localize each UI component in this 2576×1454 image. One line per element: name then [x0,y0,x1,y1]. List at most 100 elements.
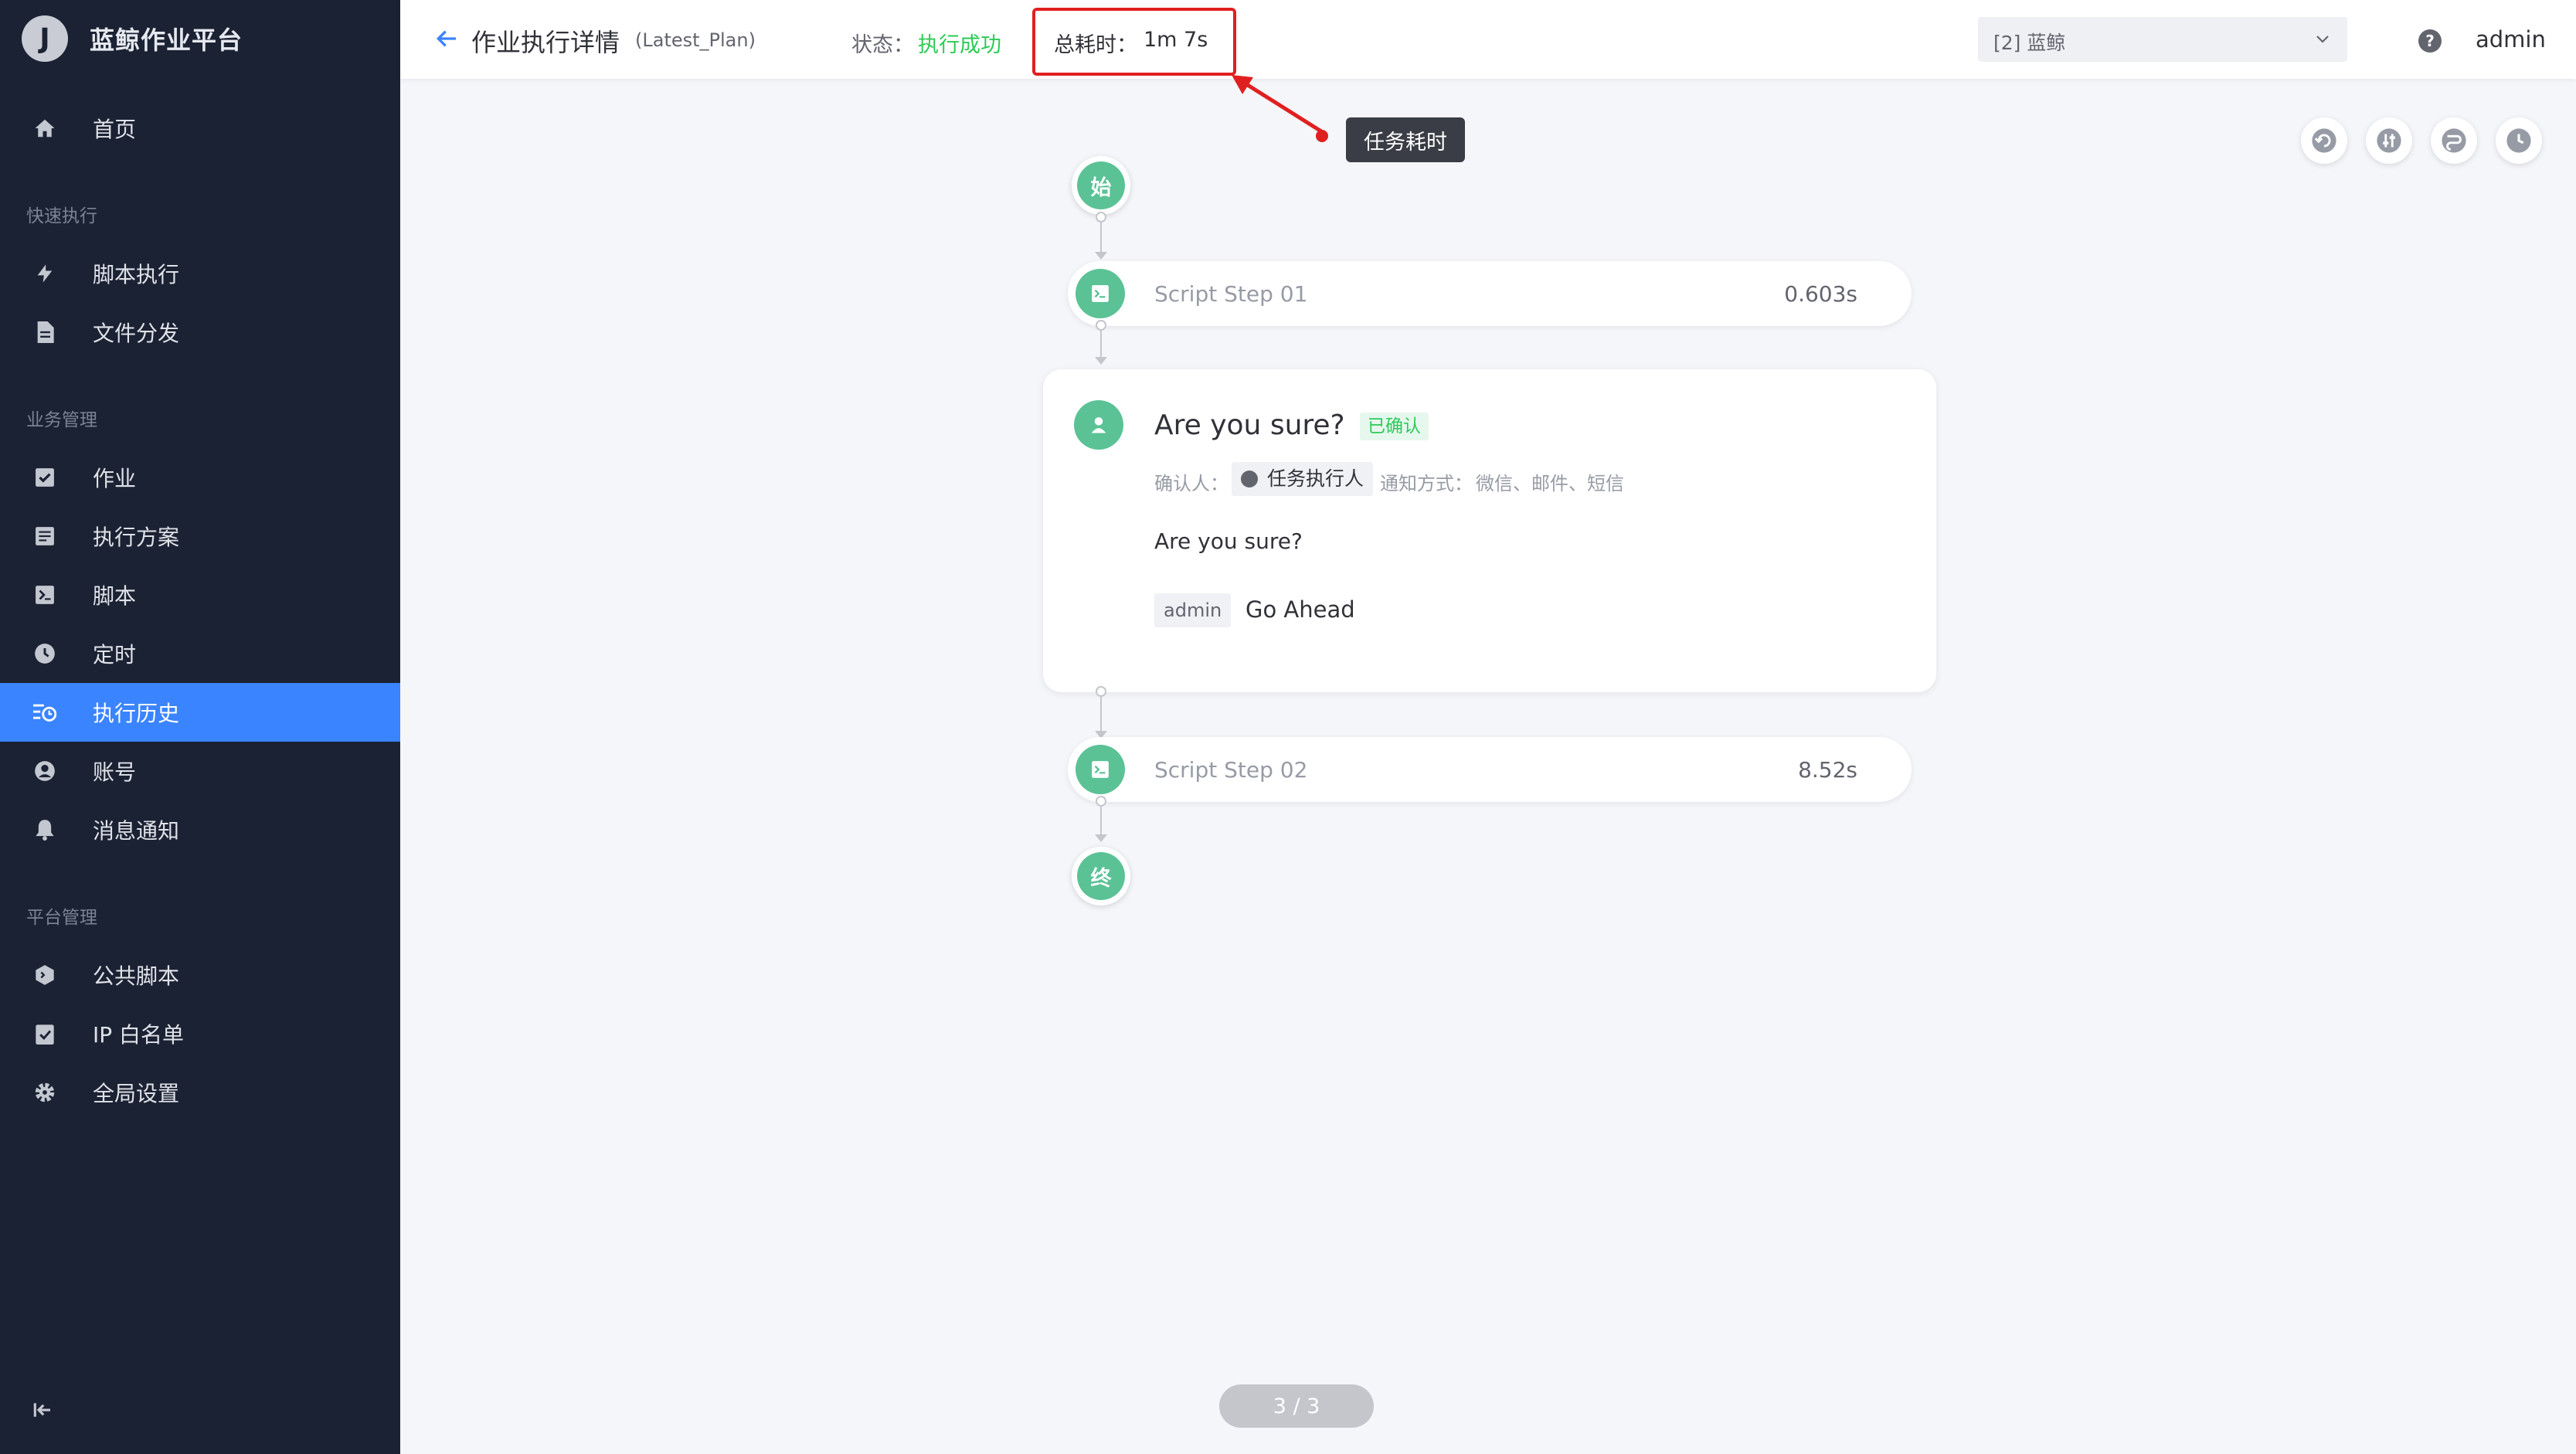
sidebar-item-account[interactable]: 账号 [0,742,400,800]
script-step-2[interactable]: Script Step 02 8.52s [1068,737,1912,802]
confirm-step-card: Are you sure? 已确认 确认人： 任务执行人 通知方式： 微信、邮件… [1043,369,1936,692]
sidebar-group-business: 业务管理 [26,410,97,430]
sidebar-group-platform: 平台管理 [26,908,97,928]
connector-arrow [1095,834,1107,842]
confirm-status-badge: 已确认 [1360,413,1429,440]
sidebar-item-label: IP 白名单 [93,1022,185,1048]
rollback-button[interactable] [2301,117,2347,164]
job-icon [31,464,59,491]
history-icon [31,698,59,726]
page-title: 作业执行详情 [471,28,620,57]
sidebar-item-file-dist[interactable]: 文件分发 [0,303,400,362]
sidebar-item-home[interactable]: 首页 [0,99,400,158]
script-step-duration: 0.603s [1784,281,1857,307]
business-select[interactable]: [2] 蓝鲸 [1978,17,2347,62]
whitelist-icon [31,1020,59,1048]
page-subtitle: (Latest_Plan) [635,29,756,51]
reply-user-tag: admin [1154,593,1232,627]
sidebar-item-script[interactable]: 脚本 [0,566,400,624]
chevron-down-icon [2313,29,2333,49]
business-select-value: [2] 蓝鲸 [1993,32,2066,54]
sidebar-item-script-exec[interactable]: 脚本执行 [0,244,400,303]
app-logo[interactable]: J 蓝鲸作业平台 [22,15,243,62]
back-arrow-icon[interactable] [434,26,462,54]
help-icon[interactable]: ? [2418,29,2442,53]
annotation-dot [1316,130,1328,142]
sidebar-item-ip-whitelist[interactable]: IP 白名单 [0,1004,400,1063]
script-step-name: Script Step 01 [1154,281,1308,307]
script-icon [31,581,59,609]
history-clock-button[interactable] [2496,117,2542,164]
confirm-description: Are you sure? [1154,528,1303,554]
sidebar-item-label: 公共脚本 [93,963,180,989]
connector-dot [1096,320,1106,331]
user-icon [1241,471,1258,487]
sidebar-item-global-settings[interactable]: 全局设置 [0,1063,400,1122]
user-menu[interactable]: admin [2476,26,2546,53]
connector-dot [1096,686,1106,697]
connector-line [1100,223,1102,255]
sidebar-item-job[interactable]: 作业 [0,448,400,507]
top-header: 作业执行详情 (Latest_Plan) 状态： 执行成功 总耗时： 1m 7s… [400,0,2576,79]
connector-line [1100,331,1102,360]
logo-letter: J [39,22,50,55]
status-value: 执行成功 [918,33,1001,57]
connector-dot [1096,212,1106,223]
sidebar-item-public-script[interactable]: 公共脚本 [0,946,400,1004]
sidebar-item-label: 执行历史 [93,701,180,726]
flow-end-node: 终 [1072,847,1130,905]
connector-line [1100,807,1102,837]
flow-start-node: 始 [1072,156,1130,215]
sidebar-item-label: 作业 [93,466,137,491]
annotation-tooltip: 任务耗时 [1346,117,1465,162]
sidebar-item-notify[interactable]: 消息通知 [0,800,400,859]
sidebar-group-quick: 快速执行 [26,206,97,226]
flow-start-label: 始 [1077,161,1125,209]
sidebar-item-label: 首页 [93,117,137,142]
status-label: 状态： [851,33,914,57]
sidebar-item-label: 脚本 [93,583,137,609]
sidebar-item-plan[interactable]: 执行方案 [0,507,400,566]
clock-icon [31,640,59,668]
file-icon [31,318,59,346]
connector-dot [1096,796,1106,807]
connector-arrow [1095,252,1107,260]
sidebar-item-cron[interactable]: 定时 [0,624,400,683]
rollback-icon [2312,128,2336,153]
gear-icon [31,1079,59,1106]
sidebar-item-label: 脚本执行 [93,262,180,287]
public-script-icon [31,961,59,989]
home-icon [31,114,59,142]
script-step-icon [1076,269,1125,318]
sidebar-item-label: 账号 [93,759,137,785]
bell-icon [31,816,59,844]
collapse-sidebar-icon[interactable] [31,1398,59,1426]
script-step-icon [1076,745,1125,794]
reply-text: Go Ahead [1246,596,1355,623]
history-clock-icon [2506,128,2531,153]
adjust-button[interactable] [2366,117,2412,164]
confirm-title: Are you sure? [1154,409,1345,441]
plan-icon [31,522,59,550]
lightning-icon [31,260,59,287]
route-icon [2442,128,2466,153]
script-step-name: Script Step 02 [1154,757,1308,783]
confirmer-label: 确认人： [1154,473,1229,494]
step-pager[interactable]: 3 / 3 [1219,1384,1374,1428]
confirmer-tag: 任务执行人 [1232,462,1374,496]
app-title: 蓝鲸作业平台 [90,25,243,55]
notify-label: 通知方式： [1380,473,1473,494]
sidebar-item-label: 文件分发 [93,321,180,346]
sidebar-item-history[interactable]: 执行历史 [0,683,400,742]
route-button[interactable] [2431,117,2477,164]
connector-line [1100,697,1102,734]
confirmer-name: 任务执行人 [1267,467,1364,490]
sidebar: J 蓝鲸作业平台 首页 快速执行 脚本执行 文件分发 业务管理 作业 执行方案 [0,0,400,1454]
sidebar-item-label: 全局设置 [93,1081,180,1106]
sidebar-item-label: 执行方案 [93,525,180,550]
script-step-duration: 8.52s [1798,757,1857,783]
sidebar-item-label: 定时 [93,642,137,668]
logo-icon: J [22,15,68,62]
notify-value: 微信、邮件、短信 [1476,473,1624,494]
script-step-1[interactable]: Script Step 01 0.603s [1068,261,1912,326]
